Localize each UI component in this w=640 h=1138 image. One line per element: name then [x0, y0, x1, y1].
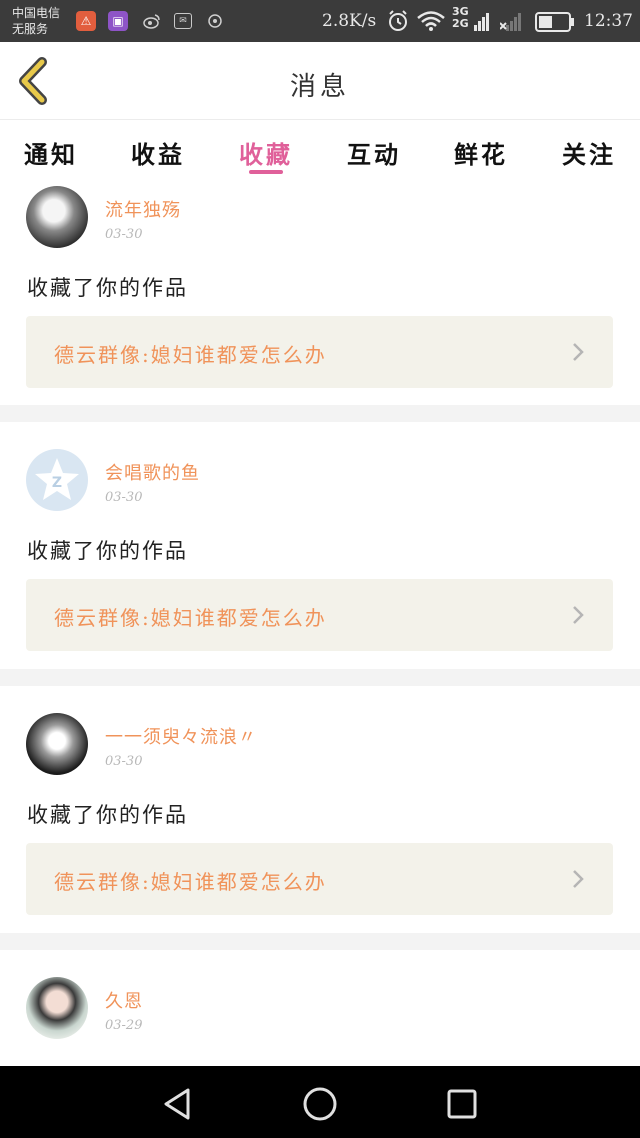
signal-icon — [474, 11, 490, 37]
tab-following[interactable]: 关注 — [549, 135, 629, 170]
page-title: 消息 — [289, 72, 350, 102]
network-type: 3G 2G — [452, 6, 469, 30]
svg-text:Z: Z — [52, 475, 62, 491]
message-card: 流年独殇 03-30 收藏了你的作品 德云群像:媳妇谁都爱怎么办 — [0, 181, 640, 405]
wifi-icon — [416, 10, 446, 36]
card-divider — [0, 933, 640, 950]
active-tab-indicator — [249, 170, 283, 174]
user-name[interactable]: 流年独殇 — [105, 196, 181, 222]
message-action: 收藏了你的作品 — [27, 539, 188, 563]
battery-icon — [535, 12, 575, 36]
message-date: 03-30 — [105, 227, 143, 242]
status-bar: 中国电信 无服务 ⚠ ▣ ✉ 2.8K/s 3G 2G 12:37 — [0, 0, 640, 42]
recents-square-icon — [447, 1089, 477, 1119]
alarm-icon — [386, 9, 410, 37]
star-icon: Z — [35, 458, 79, 500]
sync-icon — [206, 13, 224, 33]
tab-interactions[interactable]: 互动 — [334, 135, 414, 170]
avatar[interactable] — [26, 186, 88, 248]
work-title: 德云群像:媳妇谁都爱怎么办 — [54, 343, 327, 367]
app-header: 消息 — [0, 42, 640, 120]
card-divider — [0, 405, 640, 422]
weibo-icon — [143, 13, 161, 33]
message-date: 03-30 — [105, 490, 143, 505]
tab-earnings[interactable]: 收益 — [118, 135, 198, 170]
nav-recents-button[interactable] — [442, 1084, 482, 1124]
message-date: 03-30 — [105, 754, 143, 769]
no-signal-icon — [499, 11, 524, 37]
tab-notifications[interactable]: 通知 — [11, 135, 91, 170]
user-name[interactable]: 久恩 — [105, 987, 143, 1013]
image-icon: ▣ — [108, 11, 128, 31]
service-status: 无服务 — [12, 22, 49, 36]
work-link[interactable]: 德云群像:媳妇谁都爱怎么办 — [26, 316, 613, 388]
nav-home-button[interactable] — [300, 1084, 340, 1124]
nav-back-button[interactable] — [158, 1084, 198, 1124]
work-title: 德云群像:媳妇谁都爱怎么办 — [54, 870, 327, 894]
user-name[interactable]: 会唱歌的鱼 — [105, 459, 200, 485]
chevron-right-icon — [573, 343, 584, 361]
avatar[interactable] — [26, 713, 88, 775]
tab-flowers[interactable]: 鲜花 — [441, 135, 521, 170]
message-card: Z 会唱歌的鱼 03-30 收藏了你的作品 德云群像:媳妇谁都爱怎么办 — [0, 422, 640, 669]
message-card: 一一须臾々流浪〃 03-30 收藏了你的作品 德云群像:媳妇谁都爱怎么办 — [0, 686, 640, 933]
carrier-label: 中国电信 无服务 — [12, 5, 60, 37]
warning-icon: ⚠ — [76, 11, 96, 31]
work-title: 德云群像:媳妇谁都爱怎么办 — [54, 606, 327, 630]
home-circle-icon — [303, 1087, 337, 1121]
work-link[interactable]: 德云群像:媳妇谁都爱怎么办 — [26, 843, 613, 915]
work-link[interactable]: 德云群像:媳妇谁都爱怎么办 — [26, 579, 613, 651]
network-type-bottom: 2G — [452, 17, 469, 30]
clock: 12:37 — [584, 11, 633, 31]
back-triangle-icon — [164, 1088, 190, 1120]
carrier-name: 中国电信 — [12, 6, 61, 20]
network-speed: 2.8K/s — [322, 11, 377, 31]
message-card: 久恩 03-29 — [0, 950, 640, 1066]
message-action: 收藏了你的作品 — [27, 276, 188, 300]
message-action: 收藏了你的作品 — [27, 803, 188, 827]
tab-favorites[interactable]: 收藏 — [226, 135, 306, 170]
tab-bar: 通知 收益 收藏 互动 鲜花 关注 — [0, 121, 640, 181]
chevron-right-icon — [573, 870, 584, 888]
mail-icon: ✉ — [174, 13, 192, 29]
avatar[interactable]: Z — [26, 449, 88, 511]
system-nav-bar — [0, 1066, 640, 1138]
chevron-right-icon — [573, 606, 584, 624]
avatar[interactable] — [26, 977, 88, 1039]
user-name[interactable]: 一一须臾々流浪〃 — [105, 723, 257, 749]
card-divider — [0, 669, 640, 686]
message-date: 03-29 — [105, 1018, 143, 1033]
